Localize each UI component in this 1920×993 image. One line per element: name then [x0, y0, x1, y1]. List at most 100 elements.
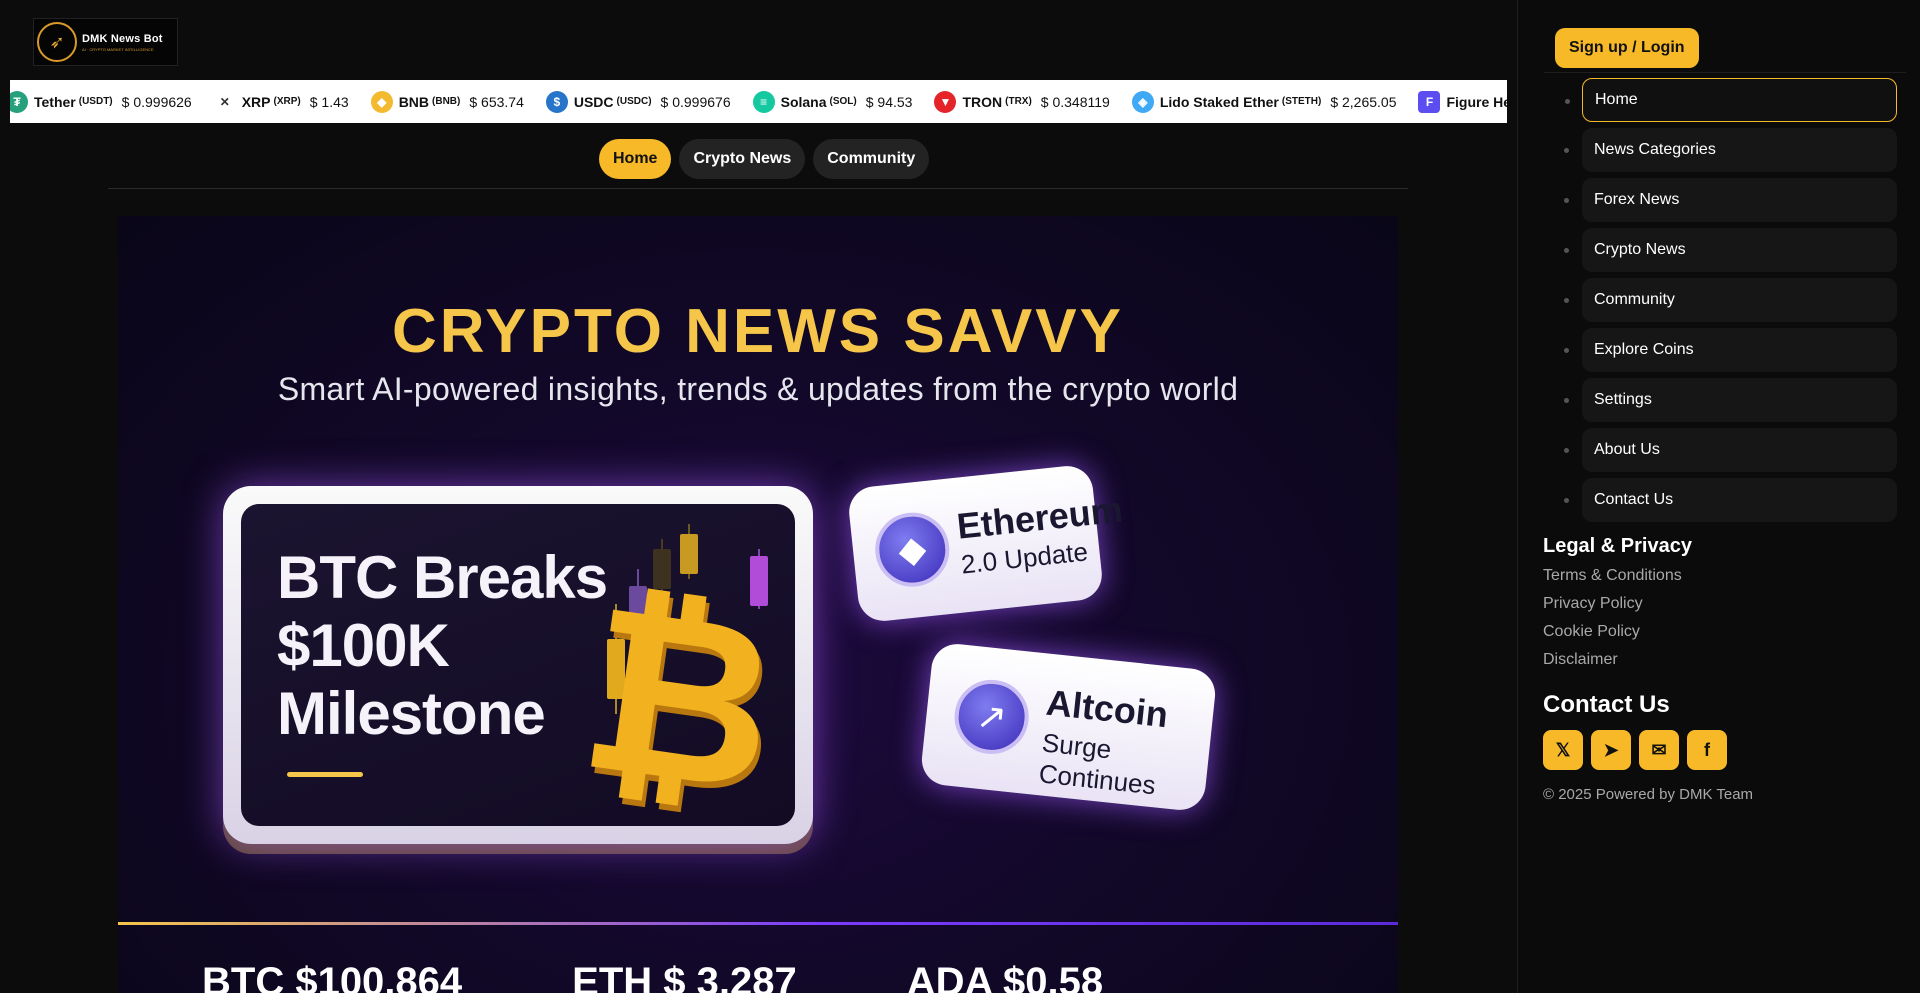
sidebar-item-crypto-news[interactable]: Crypto News: [1564, 228, 1897, 272]
headline-card-inner: BTC Breaks $100K Milestone ₿: [241, 504, 795, 826]
ethereum-card: ◆ Ethereum 2.0 Update: [846, 463, 1124, 624]
signup-login-button[interactable]: Sign up / Login: [1555, 28, 1699, 68]
telegram-icon[interactable]: ➤: [1591, 730, 1631, 770]
logo-text: DMK News Bot AI · CRYPTO MARKET INTELLIG…: [82, 33, 163, 52]
ticker-coin-name: Lido Staked Ether: [1159, 93, 1279, 110]
terms-link[interactable]: Terms & Conditions: [1543, 567, 1682, 585]
sidebar-item-news-categories[interactable]: News Categories: [1564, 128, 1897, 172]
x-icon[interactable]: 𝕏: [1543, 730, 1583, 770]
contact-heading: Contact Us: [1543, 691, 1670, 718]
trend-up-icon: ↗: [950, 676, 1033, 758]
right-sidebar: Sign up / Login Home News Categories For…: [1517, 0, 1920, 993]
ticker-coin-symbol: (XRP): [273, 96, 301, 107]
ticker-coin-name: Tether: [34, 93, 76, 110]
hero-divider: [118, 922, 1398, 925]
headline-card: BTC Breaks $100K Milestone ₿: [223, 486, 813, 844]
ticker-coin-price: $ 2,265.05: [1330, 93, 1397, 110]
hero-subtitle: Smart AI-powered insights, trends & upda…: [277, 371, 1239, 407]
ticker-coin-name: BNB: [398, 93, 430, 110]
ticker-coin-name: TRON: [962, 93, 1003, 110]
ticker-track: ₮ Tether (USDT) $ 0.999626 ✕ XRP (XRP) $ 1.43 ◆ B…: [10, 90, 1507, 113]
rocket-icon: ➶: [37, 22, 77, 62]
sidebar-item-about-us[interactable]: About Us: [1564, 428, 1897, 472]
ethereum-card-title: Ethereum: [954, 488, 1125, 547]
headline-line-2: $100K: [277, 612, 450, 679]
sidebar-item-home[interactable]: Home: [1565, 78, 1897, 122]
ticker-coin-price: $ 653.74: [469, 93, 524, 110]
ticker-coin-symbol: (USDT): [78, 96, 113, 107]
eth-price: ETH $ 3,287: [572, 960, 797, 993]
ticker-coin-name: Solana: [780, 93, 827, 110]
ticker-coin-symbol: (BNB): [432, 96, 461, 107]
bnb-icon: ◆: [370, 90, 393, 113]
ticker-coin-name: Figure Helo: [1446, 93, 1507, 110]
brand-tagline: AI · CRYPTO MARKET INTELLIGENCE: [82, 46, 154, 52]
ticker-coin-name: XRP: [241, 93, 271, 110]
ticker-item[interactable]: $ USDC (USDC) $ 0.999676: [545, 90, 731, 113]
ticker-item[interactable]: ₮ Tether (USDT) $ 0.999626: [10, 90, 192, 113]
altcoin-card-subtitle: Surge Continues: [1037, 727, 1158, 801]
nav-home[interactable]: Home: [599, 139, 672, 179]
hero-price-row: BTC $100,864 ETH $ 3,287 ADA $0.58: [202, 960, 1103, 993]
top-nav: Home Crypto News Community: [599, 139, 930, 179]
candle-icon: [680, 534, 698, 574]
ticker-coin-price: $ 94.53: [865, 93, 913, 110]
bitcoin-icon: ₿: [568, 558, 791, 826]
ticker-coin-symbol: (STETH): [1281, 96, 1322, 107]
nav-divider: [108, 188, 1408, 189]
ticker-coin-symbol: (USDC): [616, 96, 652, 107]
ticker-coin-name: USDC: [573, 93, 614, 110]
hero-banner: CRYPTO NEWS SAVVY Smart AI-powered insig…: [118, 216, 1398, 993]
usdc-icon: $: [545, 90, 568, 113]
nav-crypto-news[interactable]: Crypto News: [679, 139, 806, 179]
headline-text: BTC Breaks $100K Milestone: [277, 544, 608, 748]
ticker-coin-symbol: (SOL): [829, 96, 857, 107]
xrp-icon: ✕: [213, 90, 236, 113]
sidebar-divider: [1544, 72, 1906, 73]
legal-heading: Legal & Privacy: [1543, 535, 1692, 557]
nav-community[interactable]: Community: [813, 139, 930, 179]
social-links: 𝕏 ➤ ✉ f: [1543, 730, 1727, 770]
altcoin-card-title: Altcoin: [1044, 681, 1170, 736]
steth-icon: ◈: [1131, 90, 1154, 113]
hero-title: CRYPTO NEWS SAVVY: [392, 297, 1124, 366]
ticker-item[interactable]: F Figure Helo: [1418, 90, 1507, 113]
sidebar-item-community[interactable]: Community: [1564, 278, 1897, 322]
facebook-icon[interactable]: f: [1687, 730, 1727, 770]
copyright-text: © 2025 Powered by DMK Team: [1543, 786, 1754, 803]
privacy-link[interactable]: Privacy Policy: [1543, 595, 1643, 613]
ticker-item[interactable]: ≡ Solana (SOL) $ 94.53: [752, 90, 913, 113]
ticker-item[interactable]: ▼ TRON (TRX) $ 0.348119: [934, 90, 1110, 113]
disclaimer-link[interactable]: Disclaimer: [1543, 651, 1618, 669]
ticker-coin-price: $ 1.43: [309, 93, 349, 110]
price-ticker: ₮ Tether (USDT) $ 0.999626 ✕ XRP (XRP) $ 1.43 ◆ B…: [10, 80, 1507, 123]
tether-icon: ₮: [10, 90, 28, 113]
sidebar-item-contact-us[interactable]: Contact Us: [1564, 478, 1897, 522]
brand-name: DMK News Bot: [82, 32, 163, 45]
headline-line-1: BTC Breaks: [277, 544, 608, 611]
ethereum-icon: ◆: [871, 508, 953, 591]
cookie-link[interactable]: Cookie Policy: [1543, 623, 1640, 641]
sidebar-menu: Home News Categories Forex News Crypto N…: [1564, 78, 1897, 528]
ticker-coin-price: $ 0.999626: [121, 93, 192, 110]
mail-icon[interactable]: ✉: [1639, 730, 1679, 770]
ada-price: ADA $0.58: [906, 960, 1104, 993]
main-column: ➶ DMK News Bot AI · CRYPTO MARKET INTELL…: [0, 0, 1517, 993]
btc-price: BTC $100,864: [202, 960, 463, 993]
ticker-item[interactable]: ◆ BNB (BNB) $ 653.74: [370, 90, 524, 113]
sidebar-item-forex-news[interactable]: Forex News: [1564, 178, 1897, 222]
ticker-item[interactable]: ✕ XRP (XRP) $ 1.43: [213, 90, 349, 113]
brand-logo[interactable]: ➶ DMK News Bot AI · CRYPTO MARKET INTELL…: [33, 18, 178, 66]
figure-icon: F: [1418, 90, 1441, 113]
solana-icon: ≡: [752, 90, 775, 113]
ticker-coin-symbol: (TRX): [1005, 96, 1032, 107]
tron-icon: ▼: [934, 90, 957, 113]
sidebar-item-settings[interactable]: Settings: [1564, 378, 1897, 422]
headline-line-3: Milestone: [277, 680, 546, 747]
headline-underline: [287, 772, 363, 777]
ticker-coin-price: $ 0.348119: [1040, 93, 1110, 110]
sidebar-item-explore-coins[interactable]: Explore Coins: [1564, 328, 1897, 372]
ticker-item[interactable]: ◈ Lido Staked Ether (STETH) $ 2,265.05: [1131, 90, 1397, 113]
ticker-coin-price: $ 0.999676: [660, 93, 731, 110]
altcoin-card: ↗ Altcoin Surge Continues: [919, 641, 1218, 813]
